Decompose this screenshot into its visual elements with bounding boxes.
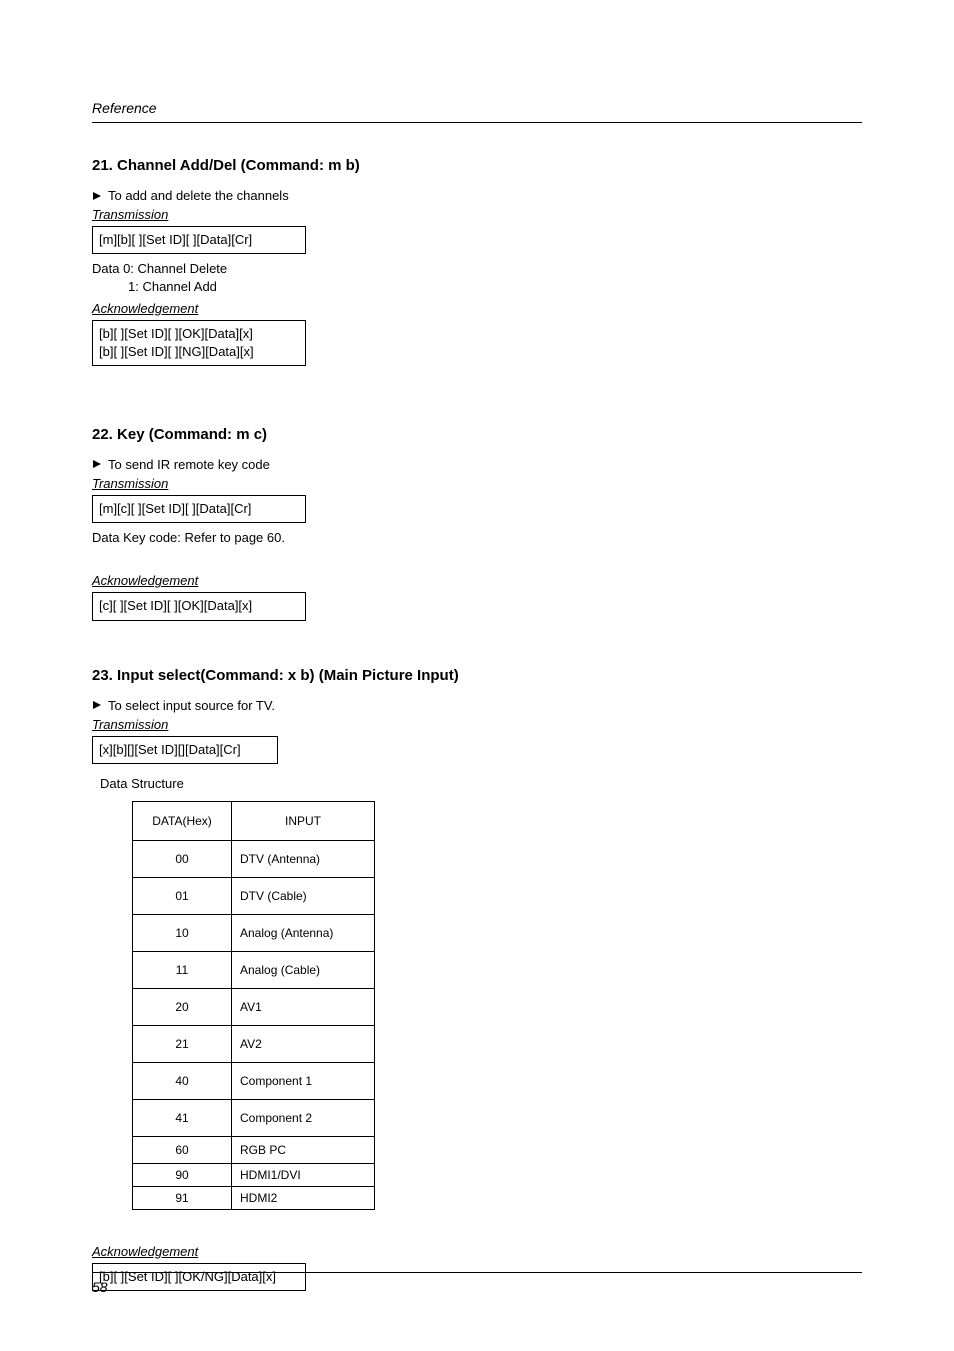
triangle-icon bbox=[92, 700, 102, 710]
cell-input: DTV (Cable) bbox=[232, 877, 375, 914]
cell-data-hex: 01 bbox=[133, 877, 232, 914]
page: Reference 21. Channel Add/Del (Command: … bbox=[0, 0, 954, 1351]
transmission-label: Transmission bbox=[92, 476, 862, 491]
transmission-label: Transmission bbox=[92, 717, 862, 732]
cell-input: DTV (Antenna) bbox=[232, 840, 375, 877]
section-23-desc-text: To select input source for TV. bbox=[108, 698, 275, 713]
cell-input: HDMI2 bbox=[232, 1186, 375, 1209]
cell-data-hex: 20 bbox=[133, 988, 232, 1025]
table-row: 90HDMI1/DVI bbox=[133, 1163, 375, 1186]
section-21-title: 21. Channel Add/Del (Command: m b) bbox=[92, 157, 862, 174]
ack-line-2: [b][ ][Set ID][ ][NG][Data][x] bbox=[99, 343, 299, 361]
table-row: 91HDMI2 bbox=[133, 1186, 375, 1209]
section-21-desc: To add and delete the channels bbox=[92, 188, 862, 203]
section-22-title: 22. Key (Command: m c) bbox=[92, 426, 862, 443]
table-row: 41Component 2 bbox=[133, 1099, 375, 1136]
cell-input: HDMI1/DVI bbox=[232, 1163, 375, 1186]
section-21: 21. Channel Add/Del (Command: m b) To ad… bbox=[92, 157, 862, 366]
page-number: 58 bbox=[92, 1279, 108, 1295]
transmission-code: [x][b][][Set ID][][Data][Cr] bbox=[92, 736, 278, 764]
cell-input: Component 1 bbox=[232, 1062, 375, 1099]
data-line: Data Key code: Refer to page 60. bbox=[92, 529, 862, 547]
ack-label: Acknowledgement bbox=[92, 1244, 862, 1259]
cell-data-hex: 41 bbox=[133, 1099, 232, 1136]
section-22-desc-text: To send IR remote key code bbox=[108, 457, 270, 472]
code-text: [m][b][ ][Set ID][ ][Data][Cr] bbox=[99, 232, 252, 247]
transmission-code: [m][c][ ][Set ID][ ][Data][Cr] bbox=[92, 495, 306, 523]
data-line-2: 1: Channel Add bbox=[92, 278, 862, 296]
header-rule: Reference bbox=[92, 100, 862, 123]
table-row: 10Analog (Antenna) bbox=[133, 914, 375, 951]
ack-code: [c][ ][Set ID][ ][OK][Data][x] bbox=[92, 592, 306, 620]
transmission-code: [m][b][ ][Set ID][ ][Data][Cr] bbox=[92, 226, 306, 254]
table-row: 11Analog (Cable) bbox=[133, 951, 375, 988]
cell-input: RGB PC bbox=[232, 1136, 375, 1163]
cell-input: Analog (Antenna) bbox=[232, 914, 375, 951]
cell-input: Component 2 bbox=[232, 1099, 375, 1136]
section-23: 23. Input select(Command: x b) (Main Pic… bbox=[92, 667, 862, 1291]
code-text: [x][b][][Set ID][][Data][Cr] bbox=[99, 742, 241, 757]
ack-code: [b][ ][Set ID][ ][OK][Data][x] [b][ ][Se… bbox=[92, 320, 306, 366]
cell-data-hex: 60 bbox=[133, 1136, 232, 1163]
table-row: 01DTV (Cable) bbox=[133, 877, 375, 914]
table-row: 21AV2 bbox=[133, 1025, 375, 1062]
th-data-hex: DATA(Hex) bbox=[133, 801, 232, 840]
ack-text: [c][ ][Set ID][ ][OK][Data][x] bbox=[99, 598, 252, 613]
data-line-1: Data 0: Channel Delete bbox=[92, 260, 862, 278]
page-footer: 58 bbox=[92, 1272, 862, 1297]
data-lines: Data 0: Channel Delete 1: Channel Add bbox=[92, 260, 862, 296]
ack-label: Acknowledgement bbox=[92, 573, 862, 588]
th-input: INPUT bbox=[232, 801, 375, 840]
data-structure-label: Data Structure bbox=[100, 776, 862, 791]
table-row: 40Component 1 bbox=[133, 1062, 375, 1099]
section-22: 22. Key (Command: m c) To send IR remote… bbox=[92, 426, 862, 621]
cell-data-hex: 90 bbox=[133, 1163, 232, 1186]
table-row: 60RGB PC bbox=[133, 1136, 375, 1163]
cell-data-hex: 11 bbox=[133, 951, 232, 988]
ack-line-1: [b][ ][Set ID][ ][OK][Data][x] bbox=[99, 325, 299, 343]
triangle-icon bbox=[92, 459, 102, 469]
cell-input: Analog (Cable) bbox=[232, 951, 375, 988]
cell-data-hex: 40 bbox=[133, 1062, 232, 1099]
cell-data-hex: 00 bbox=[133, 840, 232, 877]
code-text: [m][c][ ][Set ID][ ][Data][Cr] bbox=[99, 501, 251, 516]
cell-input: AV2 bbox=[232, 1025, 375, 1062]
header-reference: Reference bbox=[92, 100, 157, 116]
section-21-desc-text: To add and delete the channels bbox=[108, 188, 289, 203]
ack-label: Acknowledgement bbox=[92, 301, 862, 316]
cell-input: AV1 bbox=[232, 988, 375, 1025]
section-23-title: 23. Input select(Command: x b) (Main Pic… bbox=[92, 667, 862, 684]
table-row: 20AV1 bbox=[133, 988, 375, 1025]
cell-data-hex: 91 bbox=[133, 1186, 232, 1209]
data-structure-table: DATA(Hex) INPUT 00DTV (Antenna)01DTV (Ca… bbox=[132, 801, 862, 1210]
table-row: 00DTV (Antenna) bbox=[133, 840, 375, 877]
triangle-icon bbox=[92, 191, 102, 201]
transmission-label: Transmission bbox=[92, 207, 862, 222]
section-23-desc: To select input source for TV. bbox=[92, 698, 862, 713]
section-22-desc: To send IR remote key code bbox=[92, 457, 862, 472]
cell-data-hex: 21 bbox=[133, 1025, 232, 1062]
cell-data-hex: 10 bbox=[133, 914, 232, 951]
